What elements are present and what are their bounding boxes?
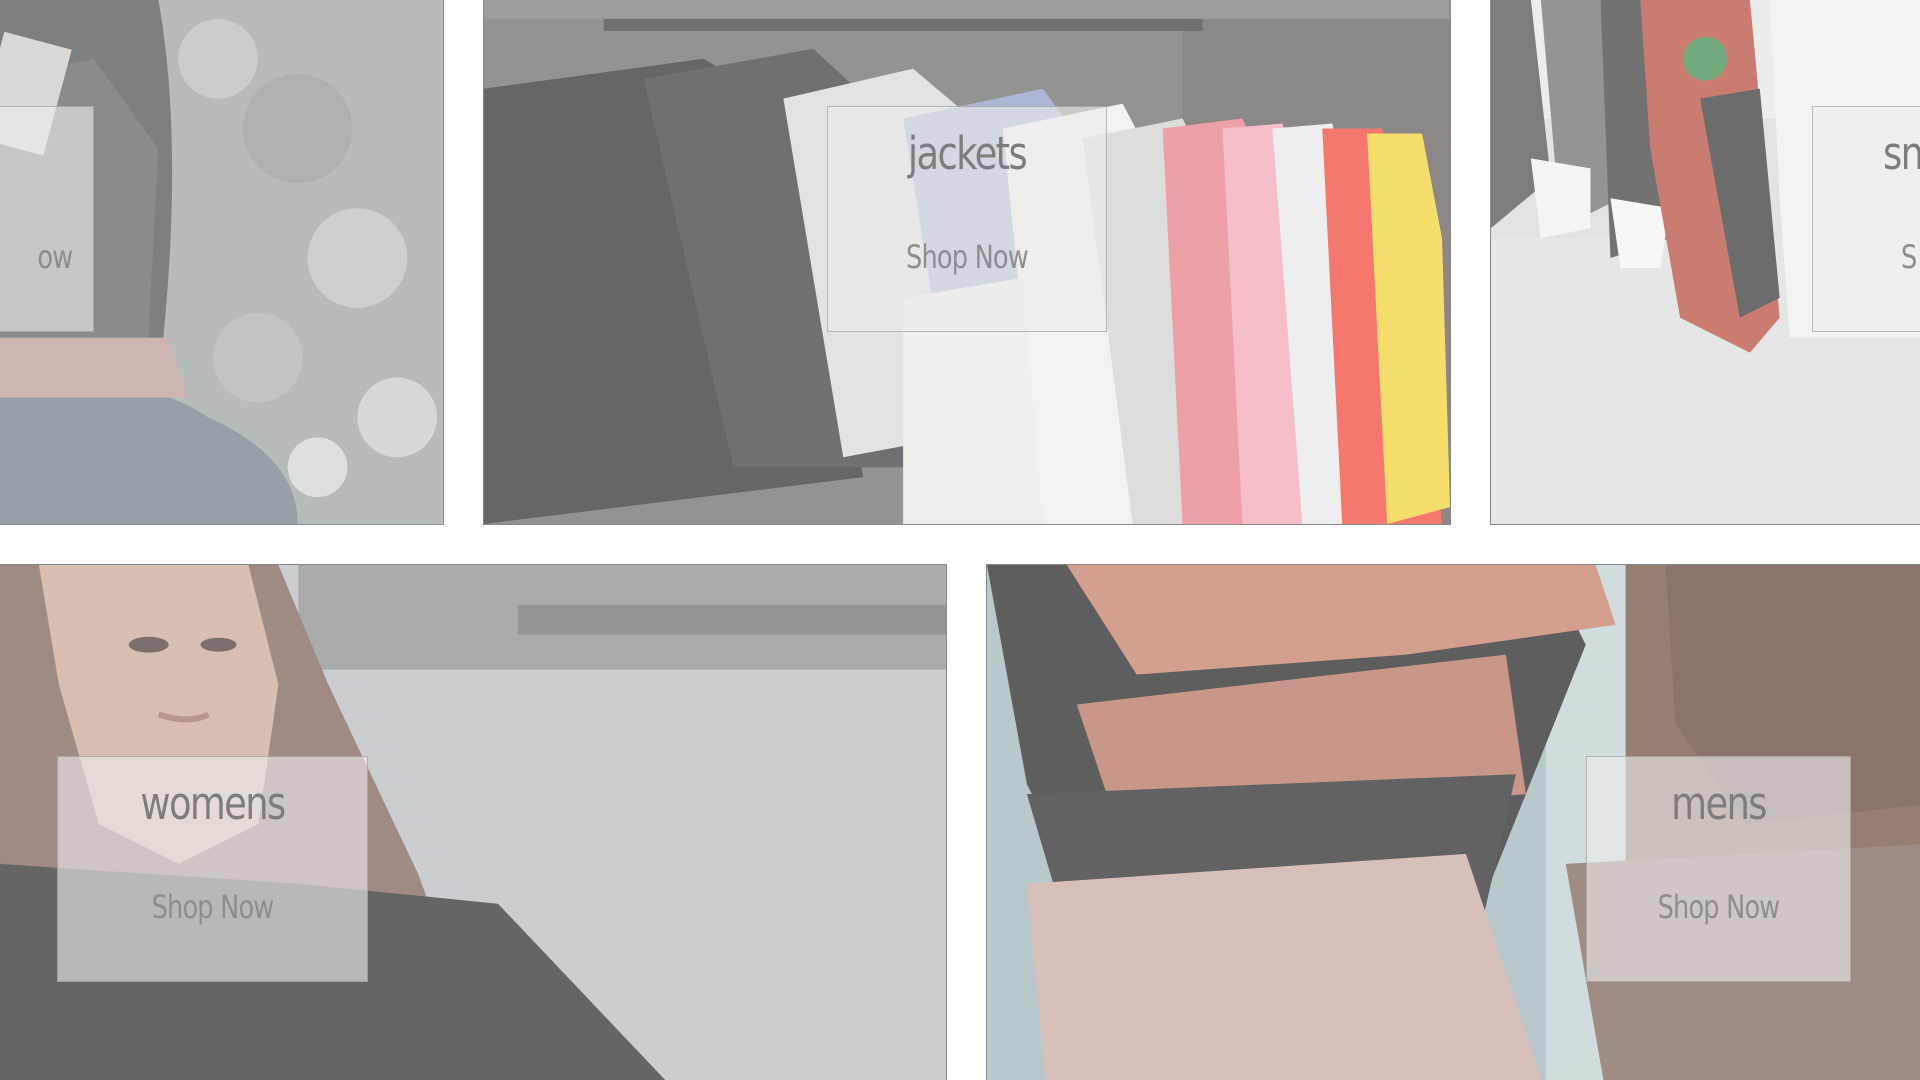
jackets-shop-now[interactable]: Shop Now xyxy=(856,235,1078,279)
womens-shop-now[interactable]: Shop Now xyxy=(89,885,336,929)
sneakers-label-box[interactable]: sn S xyxy=(1812,106,1920,332)
womens-label-box[interactable]: womens Shop Now xyxy=(57,756,368,982)
mens-label-box[interactable]: mens Shop Now xyxy=(1586,756,1851,982)
jackets-label: jackets xyxy=(907,127,1028,180)
category-grid: ow jackets Shop Now sn S womens Shop Now… xyxy=(0,0,1920,1080)
mens-shop-now[interactable]: Shop Now xyxy=(1613,885,1823,929)
jackets-label-box[interactable]: jackets Shop Now xyxy=(827,106,1107,332)
hats-shop-now-fragment[interactable]: ow xyxy=(38,235,74,279)
womens-label: womens xyxy=(140,777,286,830)
sneakers-shop-now-fragment[interactable]: S xyxy=(1901,235,1917,279)
mens-label: mens xyxy=(1671,777,1767,830)
sneakers-label-fragment: sn xyxy=(1883,127,1920,180)
hats-label-box[interactable]: ow xyxy=(0,106,94,332)
